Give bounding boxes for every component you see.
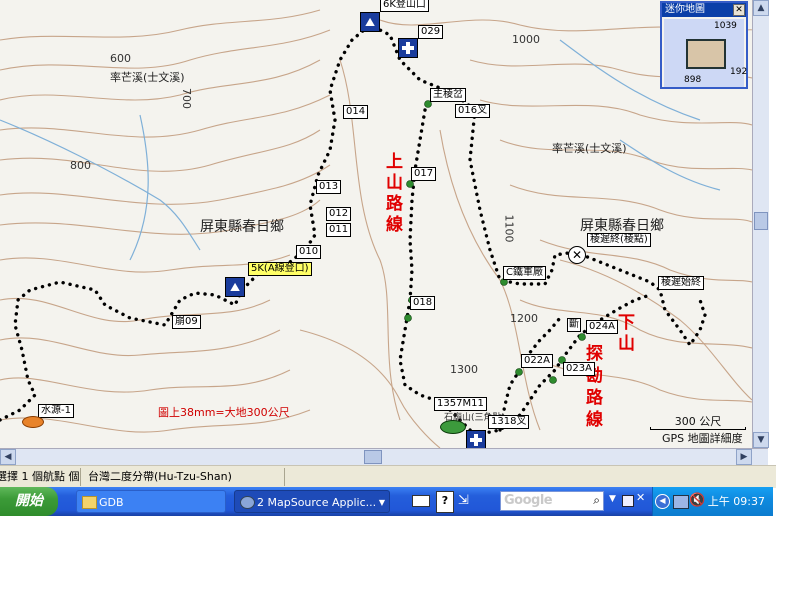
waypoint-023a[interactable]: 023A [563,362,595,376]
crossing-icon[interactable]: ✕ [568,246,586,264]
keyboard-icon[interactable] [412,491,430,511]
taskbar-item-gdb[interactable]: GDB [76,490,226,513]
taskbar: 開始 GDB 2 MapSource Applic... ▼ ? ⇲ Googl… [0,487,773,516]
waypoint-truck-end[interactable]: C鐵軍廠 [503,266,546,280]
status-selection: 選擇 1 個航點 個 [0,470,80,483]
waypoint-fall[interactable]: 斷 [567,318,581,332]
vertical-scrollbar[interactable]: ▲ ▼ [752,0,769,448]
route-up-label: 上山路線 [386,152,403,235]
map-canvas[interactable]: 600 700 800 1000 1100 1200 1300 率芒溪(士文溪)… [0,0,752,448]
fish-icon [22,416,44,428]
taskbar-item-mapsource[interactable]: 2 MapSource Applic... ▼ [234,490,390,513]
vertical-scroll-thumb[interactable] [754,212,768,230]
waypoint-junction[interactable]: 主稜岔 [430,88,466,102]
stream-label-east: 率芒溪(士文溪) [552,142,627,155]
contour-label-1100: 1100 [502,214,516,243]
mini-map-close-icon[interactable]: ✕ [733,4,745,16]
waypoint-010[interactable]: 010 [296,245,322,259]
status-bar: 選擇 1 個航點 個 台灣二度分帶(Hu-Tzu-Shan) [0,465,776,488]
contour-label-1300: 1300 [450,363,478,376]
waypoint-09[interactable]: 崩09 [172,315,201,329]
horizontal-scrollbar[interactable]: ◀ ▶ [0,448,768,465]
first-aid-icon[interactable] [398,38,418,58]
waypoint-ridge-1[interactable]: 稜遲終(稜點) [587,233,651,247]
waypoint-012[interactable]: 012 [326,207,352,221]
scroll-right-icon[interactable]: ▶ [736,449,752,465]
trailhead-icon[interactable]: ⛰ [225,277,245,297]
township-label-west: 屏東縣春日鄉 [200,219,284,235]
horizontal-scroll-thumb[interactable] [364,450,382,464]
language-bar-icon[interactable]: ⇲ [458,491,472,511]
google-search-input[interactable]: Google ⌕ [500,491,604,511]
scale-note: 圖上38mm=大地300公尺 [158,406,290,419]
tray-square-icon[interactable] [622,495,634,507]
search-dropdown-icon[interactable]: ▼ [609,494,616,504]
volume-icon[interactable]: 🔇 [689,493,705,508]
mini-map-panel[interactable]: 迷你地圖 ✕ 1039 898 192 [660,1,748,89]
search-placeholder: Google [504,493,553,508]
mapsource-icon [240,496,255,509]
scroll-left-icon[interactable]: ◀ [0,449,16,465]
folder-icon [82,496,97,509]
system-tray: ◀ 🔇 上午 09:37 [652,487,773,516]
taskbar-item-label: 2 MapSource Applic... [257,496,377,509]
waypoint-318[interactable]: 1318叉 [488,415,530,429]
trailhead-icon[interactable]: ⛰ [360,12,380,32]
waypoint-016[interactable]: 016叉 [455,104,491,118]
contour-label-700: 700 [180,88,193,109]
contour-label-800: 800 [70,159,91,172]
waypoint-018[interactable]: 018 [410,296,436,310]
scroll-up-icon[interactable]: ▲ [753,0,769,16]
start-button[interactable]: 開始 [0,487,58,516]
route-scout-label: 探勘路線 [586,344,603,430]
mini-map-label: 192 [730,67,748,77]
stream-label-west: 率芒溪(士文溪) [110,71,185,84]
waypoint-water[interactable]: 水源-1 [38,404,74,418]
status-divider [80,468,81,486]
contour-label-1200: 1200 [510,312,538,325]
waypoint-014[interactable]: 014 [343,105,369,119]
contour-label-1000: 1000 [512,33,540,46]
waypoint-013[interactable]: 013 [316,180,342,194]
detail-note: GPS 地圖詳細度 [662,432,743,445]
waypoint-ridge-2[interactable]: 稜遲始終 [658,276,704,290]
waypoint-5k-trailhead[interactable]: 5K(A線登口) [248,262,312,276]
status-divider [284,468,285,486]
waypoint-011[interactable]: 011 [326,223,352,237]
network-icon[interactable] [673,495,689,509]
mini-map-view[interactable]: 1039 898 192 [664,19,748,87]
waypoint-024a[interactable]: 024A [586,320,618,334]
first-aid-icon[interactable] [466,430,486,448]
status-coordinate-system: 台灣二度分帶(Hu-Tzu-Shan) [88,470,232,483]
waypoint-029[interactable]: 029 [418,25,444,39]
tray-close-icon[interactable]: ✕ [636,491,645,504]
waypoint-6k-trailhead[interactable]: 6K登山口 [380,0,429,12]
scroll-down-icon[interactable]: ▼ [753,432,769,448]
chevron-down-icon: ▼ [378,498,385,507]
waypoint-summit[interactable]: 1357M11 [434,397,487,411]
contour-label-600: 600 [110,52,131,65]
mini-map-label: 898 [684,75,702,85]
waypoint-017[interactable]: 017 [411,167,437,181]
start-label: 開始 [15,493,43,509]
route-down-label: 下山 [618,313,635,354]
summit-flag-icon[interactable] [440,420,466,434]
search-icon[interactable]: ⌕ [593,493,600,508]
tray-expand-icon[interactable]: ◀ [655,494,670,509]
mini-map-label: 1039 [714,21,737,31]
taskbar-item-label: GDB [99,496,124,509]
help-icon[interactable]: ? [436,491,454,513]
waypoint-022a[interactable]: 022A [521,354,553,368]
scale-bar: 300 公尺 [650,413,746,430]
clock[interactable]: 上午 09:37 [708,487,765,516]
township-label-east: 屏東縣春日鄉 [580,218,664,234]
